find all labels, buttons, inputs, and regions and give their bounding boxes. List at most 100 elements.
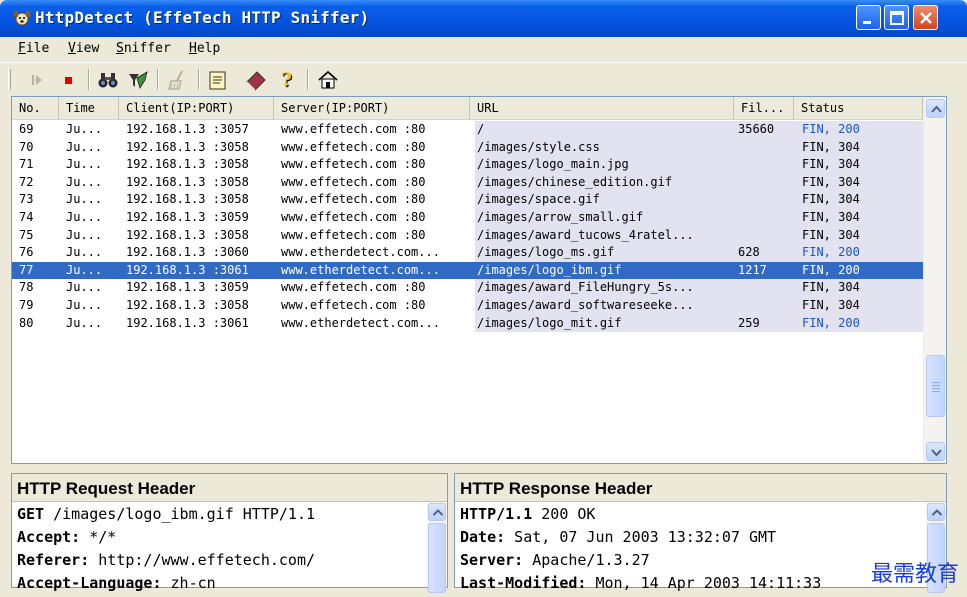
- window-title: HttpDetect (EffeTech HTTP Sniffer): [35, 8, 370, 27]
- title-bar[interactable]: HttpDetect (EffeTech HTTP Sniffer): [0, 0, 967, 37]
- request-header-panel: HTTP Request Header GET /images/logo_ibm…: [11, 473, 448, 593]
- cell-server: www.etherdetect.com...: [281, 315, 440, 330]
- request-line: Referer: http://www.effetech.com/: [17, 551, 316, 569]
- scroll-down-button[interactable]: [926, 442, 945, 461]
- menu-view[interactable]: View: [68, 41, 99, 56]
- filter-button[interactable]: [126, 68, 150, 92]
- clear-button[interactable]: [166, 68, 190, 92]
- help-question-icon: ??: [281, 69, 293, 92]
- minimize-icon: [863, 21, 871, 24]
- cell-url: /images/style.css: [477, 139, 600, 154]
- cell-status: FIN, 304: [802, 227, 860, 242]
- find-binoculars-icon: [98, 73, 118, 88]
- toolbar-grip[interactable]: [8, 69, 11, 90]
- request-header-text[interactable]: GET /images/logo_ibm.gif HTTP/1.1 Accept…: [17, 505, 315, 597]
- cell-time: Ju...: [66, 245, 103, 260]
- column-no[interactable]: No.: [12, 97, 59, 119]
- cell-client: 192.168.1.3 :3058: [126, 192, 249, 207]
- table-row[interactable]: 73 Ju... 192.168.1.3 :3058 www.effetech.com…: [12, 191, 923, 209]
- column-client[interactable]: Client(IP:PORT): [119, 97, 274, 119]
- maximize-button[interactable]: [884, 5, 909, 30]
- cell-time: Ju...: [66, 227, 103, 242]
- cell-status: FIN, 304: [802, 280, 860, 295]
- cell-url: /images/award_FileHungry_5s...: [477, 280, 694, 295]
- cell-status: FIN, 304: [802, 192, 860, 207]
- list-scrollbar[interactable]: [923, 97, 946, 463]
- notes-icon: [209, 71, 226, 90]
- minimize-button[interactable]: [856, 5, 881, 30]
- help-button[interactable]: ??: [277, 68, 301, 92]
- cell-status: FIN, 200: [802, 262, 860, 277]
- filter-icon: [129, 71, 148, 89]
- find-button[interactable]: [96, 68, 120, 92]
- table-row[interactable]: 71 Ju... 192.168.1.3 :3058 www.effetech.com…: [12, 156, 923, 174]
- cell-status: FIN, 200: [802, 122, 860, 136]
- start-icon: [32, 75, 42, 85]
- cell-url: /images/logo_ibm.gif: [477, 262, 622, 277]
- cell-time: Ju...: [66, 262, 103, 277]
- scroll-thumb[interactable]: [926, 355, 945, 417]
- request-line: Accept-Language: zh-cn: [17, 574, 216, 592]
- table-row[interactable]: 75 Ju... 192.168.1.3 :3058 www.effetech.com…: [12, 226, 923, 245]
- cell-file: 35660: [738, 122, 775, 136]
- cell-time: Ju...: [66, 139, 103, 154]
- response-header-text[interactable]: HTTP/1.1 200 OK Date: Sat, 07 Jun 2003 1…: [460, 505, 821, 597]
- home-icon: [318, 70, 338, 89]
- cell-client: 192.168.1.3 :3058: [126, 139, 249, 154]
- cell-url: /images/award_tucows_4ratel...: [477, 227, 694, 242]
- table-row[interactable]: 70 Ju... 192.168.1.3 :3058 www.effetech.com…: [12, 138, 923, 157]
- menu-sniffer[interactable]: Sniffer: [116, 41, 171, 56]
- request-scroll-thumb[interactable]: [428, 523, 446, 593]
- erase-button[interactable]: [244, 68, 268, 92]
- cell-status: FIN, 304: [802, 157, 860, 172]
- request-line: GET /images/logo_ibm.gif HTTP/1.1: [17, 505, 316, 523]
- cell-server: www.effetech.com :80: [281, 122, 426, 136]
- request-scrollbar[interactable]: [427, 502, 447, 593]
- toolbar-separator: [198, 69, 200, 90]
- column-time[interactable]: Time: [59, 97, 119, 119]
- response-scroll-up-button[interactable]: [927, 503, 945, 521]
- packet-list[interactable]: No. Time Client(IP:PORT) Server(IP:PORT)…: [11, 96, 947, 464]
- toolbar-separator: [307, 69, 309, 90]
- cell-no: 73: [19, 192, 34, 207]
- menu-help[interactable]: Help: [189, 41, 220, 56]
- scroll-up-button[interactable]: [926, 99, 945, 118]
- cell-no: 72: [19, 174, 34, 189]
- table-row[interactable]: 80 Ju... 192.168.1.3 :3061 www.etherdetect.…: [12, 314, 923, 333]
- table-row[interactable]: 77 Ju... 192.168.1.3 :3061 www.etherdetect.…: [12, 261, 923, 280]
- cell-file: 259: [738, 315, 760, 330]
- response-line: Last-Modified: Mon, 14 Apr 2003 14:11:33: [460, 574, 822, 592]
- cell-client: 192.168.1.3 :3059: [126, 280, 249, 295]
- home-button[interactable]: [316, 68, 340, 92]
- chevron-up-icon: [931, 509, 943, 516]
- column-file[interactable]: Fil...: [734, 97, 794, 119]
- cell-server: www.effetech.com :80: [281, 209, 426, 224]
- table-row[interactable]: 78 Ju... 192.168.1.3 :3059 www.effetech.com…: [12, 279, 923, 297]
- menu-file[interactable]: File: [18, 41, 49, 56]
- column-server[interactable]: Server(IP:PORT): [274, 97, 470, 119]
- svg-text:?: ?: [281, 69, 292, 91]
- close-button[interactable]: [913, 5, 938, 30]
- cell-client: 192.168.1.3 :3058: [126, 157, 249, 172]
- notes-button[interactable]: [206, 68, 230, 92]
- table-row[interactable]: 76 Ju... 192.168.1.3 :3060 www.etherdetect.…: [12, 244, 923, 262]
- start-button[interactable]: [26, 68, 50, 92]
- cell-status: FIN, 200: [802, 315, 860, 330]
- cell-time: Ju...: [66, 157, 103, 172]
- cell-status: FIN, 304: [802, 297, 860, 312]
- table-row[interactable]: 72 Ju... 192.168.1.3 :3058 www.effetech.com…: [12, 173, 923, 192]
- request-scroll-up-button[interactable]: [428, 503, 446, 521]
- response-line: Server: Apache/1.3.27: [460, 551, 650, 569]
- table-row[interactable]: 74 Ju... 192.168.1.3 :3059 www.effetech.com…: [12, 208, 923, 227]
- column-status[interactable]: Status: [794, 97, 923, 119]
- cell-client: 192.168.1.3 :3058: [126, 227, 249, 242]
- table-row[interactable]: 69 Ju... 192.168.1.3 :3057 www.effetech.com…: [12, 121, 923, 139]
- cell-client: 192.168.1.3 :3059: [126, 209, 249, 224]
- cell-url: /images/arrow_small.gif: [477, 209, 644, 224]
- column-url[interactable]: URL: [470, 97, 734, 119]
- cell-status: FIN, 200: [802, 245, 860, 260]
- table-row[interactable]: 79 Ju... 192.168.1.3 :3058 www.effetech.com…: [12, 296, 923, 315]
- cell-client: 192.168.1.3 :3058: [126, 297, 249, 312]
- close-icon: [920, 12, 932, 24]
- stop-button[interactable]: [57, 68, 81, 92]
